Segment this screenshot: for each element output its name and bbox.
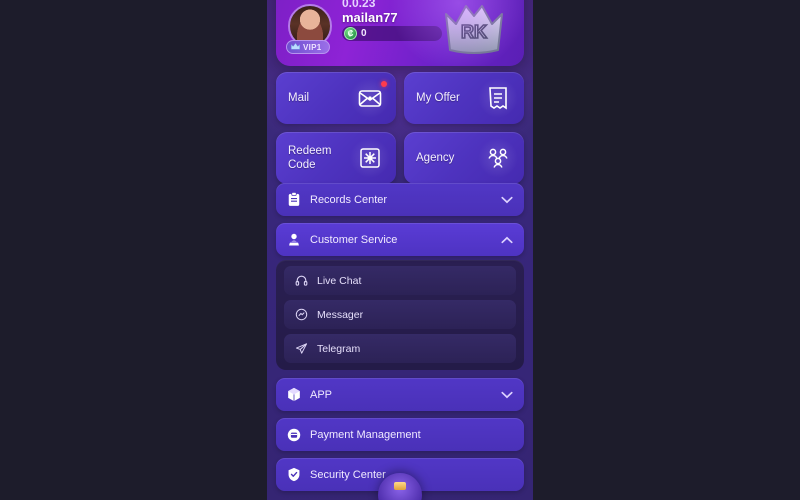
headset-icon [294,274,308,288]
customer-service-submenu: Live Chat Messager Telegram [276,260,524,370]
settings-list: Records Center Customer Service Live Cha… [276,183,524,498]
quick-action-tiles: Mail My Offer Redeem Code Agency [276,72,524,192]
coin-icon: ₡ [344,27,357,40]
row-payment-management-label: Payment Management [310,428,421,441]
vip-crown-icon [288,39,303,54]
gift-box-icon [350,138,390,178]
row-payment-management[interactable]: Payment Management [276,418,524,451]
chevron-down-icon[interactable] [500,193,514,207]
app-version: 0.0.23 [342,0,376,10]
mail-notification-badge [381,81,387,87]
coin-balance-value: 0 [361,28,367,39]
row-app-label: APP [310,388,333,401]
tile-row-2: Redeem Code Agency [276,132,524,184]
chevron-down-icon[interactable] [500,388,514,402]
submenu-item-messager[interactable]: Messager [284,300,516,329]
submenu-item-live-chat-label: Live Chat [317,274,362,287]
row-customer-service-label: Customer Service [310,233,398,246]
shield-check-icon [286,467,301,482]
box-package-icon [286,387,301,402]
username: mailan77 [342,10,398,25]
tile-redeem-code[interactable]: Redeem Code [276,132,396,184]
tile-my-offer[interactable]: My Offer [404,72,524,124]
vip-badge[interactable]: VIP1 [286,40,330,54]
wallet-card-icon [286,427,301,442]
profile-header-card: ✦ ✦ ✦ VIP1 0.0.23 mailan77 ₡ 0 [276,0,524,66]
avatar-wrapper[interactable]: VIP1 [286,4,332,54]
sparkle-icon: ✦ [428,0,436,3]
row-records-center-label: Records Center [310,193,388,206]
tile-row-1: Mail My Offer [276,72,524,124]
rk-crown-emblem: RK [438,0,510,60]
tile-my-offer-label: My Offer [416,91,460,104]
clipboard-icon [286,192,301,207]
tile-mail-label: Mail [288,91,310,104]
app-screen: ✦ ✦ ✦ VIP1 0.0.23 mailan77 ₡ 0 [0,0,800,500]
row-app[interactable]: APP [276,378,524,411]
chevron-up-icon[interactable] [500,233,514,247]
messenger-icon [294,308,308,322]
row-records-center[interactable]: Records Center [276,183,524,216]
vip-badge-label: VIP1 [303,42,322,52]
submenu-item-messager-label: Messager [317,308,364,321]
svg-text:RK: RK [461,22,487,42]
profile-panel: ✦ ✦ ✦ VIP1 0.0.23 mailan77 ₡ 0 [267,0,533,500]
row-customer-service[interactable]: Customer Service [276,223,524,256]
receipt-icon [478,78,518,118]
submenu-item-telegram[interactable]: Telegram [284,334,516,363]
sparkle-icon: ✦ [472,45,478,51]
headset-user-icon [286,232,301,247]
submenu-item-live-chat[interactable]: Live Chat [284,266,516,295]
sparkle-icon: ✦ [452,23,458,30]
tile-mail[interactable]: Mail [276,72,396,124]
users-group-icon [478,138,518,178]
tile-agency[interactable]: Agency [404,132,524,184]
telegram-paper-plane-icon [294,342,308,356]
submenu-item-telegram-label: Telegram [317,342,361,355]
tile-agency-label: Agency [416,151,455,164]
coin-balance[interactable]: ₡ 0 [342,26,442,41]
